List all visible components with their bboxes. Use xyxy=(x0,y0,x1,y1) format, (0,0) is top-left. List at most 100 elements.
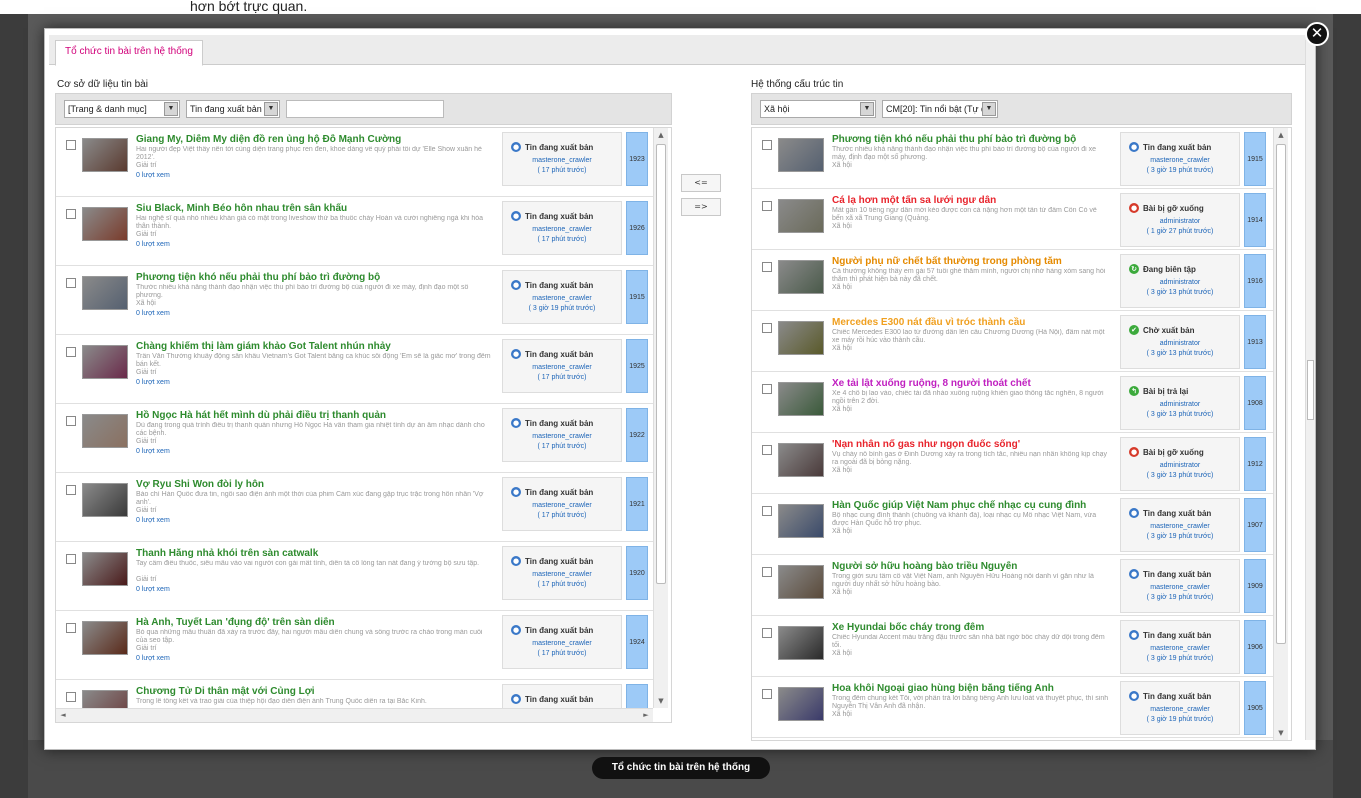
left-list-hscrollbar[interactable]: ◄ ► xyxy=(56,708,653,722)
left-list-scrollbar[interactable]: ▲ ▼ xyxy=(653,128,668,708)
move-left-button[interactable]: <= xyxy=(681,174,721,192)
row-checkbox[interactable] xyxy=(66,623,76,633)
article-title-link[interactable]: Hà Anh, Tuyết Lan 'đụng độ' trên sàn diễ… xyxy=(136,617,496,628)
row-checkbox[interactable] xyxy=(762,506,772,516)
right-category-select[interactable]: Xã hội ▼ xyxy=(760,100,876,118)
left-category-select[interactable]: [Trang & danh mục] ▼ xyxy=(64,100,180,118)
status-user-link[interactable]: masterone_crawler xyxy=(503,502,621,509)
page-scroll-thumb[interactable] xyxy=(1307,360,1314,420)
left-search-input[interactable] xyxy=(286,100,444,118)
row-checkbox[interactable] xyxy=(762,323,772,333)
article-title-link[interactable]: Người sở hữu hoàng bào triều Nguyễn xyxy=(832,561,1114,572)
status-user-link[interactable]: masterone_crawler xyxy=(1121,584,1239,591)
list-item[interactable]: Giang My, Diễm My diện đồ ren ủng hộ Đỗ … xyxy=(56,128,655,197)
status-user-link[interactable]: masterone_crawler xyxy=(503,364,621,371)
article-title-link[interactable]: Xe Hyundai bốc cháy trong đêm xyxy=(832,622,1114,633)
row-checkbox[interactable] xyxy=(66,554,76,564)
status-user-link[interactable]: masterone_crawler xyxy=(503,571,621,578)
left-status-select[interactable]: Tin đang xuất bản ▼ xyxy=(186,100,280,118)
row-checkbox[interactable] xyxy=(762,384,772,394)
article-title-link[interactable]: Siu Black, Minh Béo hôn nhau trên sân kh… xyxy=(136,203,496,214)
list-item[interactable]: Xe Hyundai bốc cháy trong đêm Chiếc Hyund… xyxy=(752,616,1275,677)
row-checkbox[interactable] xyxy=(66,692,76,702)
list-item[interactable]: 'Nạn nhân nổ gas như ngọn đuốc sống' Vụ c… xyxy=(752,433,1275,494)
scroll-down-icon[interactable]: ▼ xyxy=(1274,726,1288,740)
move-right-button[interactable]: => xyxy=(681,198,721,216)
article-title-link[interactable]: Phương tiện khó nếu phải thu phí bảo trì… xyxy=(136,272,496,283)
list-item[interactable]: Xe tải lật xuống ruộng, 8 người thoát ch… xyxy=(752,372,1275,433)
article-views-link[interactable]: 0 lượt xem xyxy=(136,172,170,179)
scroll-left-icon[interactable]: ◄ xyxy=(56,709,70,722)
status-user-link[interactable]: administrator xyxy=(1121,279,1239,286)
row-checkbox[interactable] xyxy=(762,567,772,577)
page-scrollbar[interactable] xyxy=(1305,40,1315,740)
list-item[interactable]: Hoa khôi Ngoại giao hùng biện bằng tiếng… xyxy=(752,677,1275,738)
list-item[interactable]: Siu Black, Minh Béo hôn nhau trên sân kh… xyxy=(56,197,655,266)
article-title-link[interactable]: Chương Tử Di thân mật với Củng Lợi xyxy=(136,686,496,697)
article-title-link[interactable]: Cá lạ hơn một tấn sa lưới ngư dân xyxy=(832,195,1114,206)
row-checkbox[interactable] xyxy=(762,628,772,638)
article-views-link[interactable]: 0 lượt xem xyxy=(136,379,170,386)
article-views-link[interactable]: 0 lượt xem xyxy=(136,586,170,593)
article-title-link[interactable]: Thanh Hằng nhả khói trên sàn catwalk xyxy=(136,548,496,559)
right-list-scroll-thumb[interactable] xyxy=(1276,144,1286,644)
status-user-link[interactable]: masterone_crawler xyxy=(1121,706,1239,713)
row-checkbox[interactable] xyxy=(66,416,76,426)
article-views-link[interactable]: 0 lượt xem xyxy=(136,517,170,524)
list-item[interactable]: Mercedes E300 nát đầu vì tróc thành cầu C… xyxy=(752,311,1275,372)
list-item[interactable]: Phương tiện khó nếu phải thu phí bảo trì… xyxy=(752,128,1275,189)
article-views-link[interactable]: 0 lượt xem xyxy=(136,241,170,248)
article-title-link[interactable]: Chàng khiếm thị làm giám khảo Got Talent… xyxy=(136,341,496,352)
scroll-up-icon[interactable]: ▲ xyxy=(654,128,668,142)
list-item[interactable]: Người sở hữu hoàng bào triều Nguyễn Trong… xyxy=(752,555,1275,616)
status-user-link[interactable]: administrator xyxy=(1121,401,1239,408)
list-item[interactable]: Hồ Ngọc Hà hát hết mình dù phải điều trị… xyxy=(56,404,655,473)
list-item[interactable]: Hà Anh, Tuyết Lan 'đụng độ' trên sàn diễ… xyxy=(56,611,655,680)
article-title-link[interactable]: Giang My, Diễm My diện đồ ren ủng hộ Đỗ … xyxy=(136,134,496,145)
article-title-link[interactable]: Phương tiện khó nếu phải thu phí bảo trì… xyxy=(832,134,1114,145)
article-title-link[interactable]: Hồ Ngọc Hà hát hết mình dù phải điều trị… xyxy=(136,410,496,421)
status-user-link[interactable]: masterone_crawler xyxy=(1121,645,1239,652)
row-checkbox[interactable] xyxy=(66,485,76,495)
row-checkbox[interactable] xyxy=(762,262,772,272)
article-views-link[interactable]: 0 lượt xem xyxy=(136,655,170,662)
left-list-scroll-thumb[interactable] xyxy=(656,144,666,584)
right-list-scrollbar[interactable]: ▲ ▼ xyxy=(1273,128,1288,740)
row-checkbox[interactable] xyxy=(66,209,76,219)
tab-organize-articles[interactable]: Tổ chức tin bài trên hệ thống xyxy=(55,40,203,66)
list-item[interactable]: Thanh Hằng nhả khói trên sàn catwalk Tay … xyxy=(56,542,655,611)
row-checkbox[interactable] xyxy=(762,201,772,211)
scroll-right-icon[interactable]: ► xyxy=(639,709,653,722)
status-user-link[interactable]: masterone_crawler xyxy=(503,295,621,302)
status-user-link[interactable]: masterone_crawler xyxy=(503,433,621,440)
row-checkbox[interactable] xyxy=(762,689,772,699)
article-title-link[interactable]: Hoa khôi Ngoại giao hùng biện bằng tiếng… xyxy=(832,683,1114,694)
row-checkbox[interactable] xyxy=(66,347,76,357)
article-title-link[interactable]: Xe tải lật xuống ruộng, 8 người thoát ch… xyxy=(832,378,1114,389)
status-user-link[interactable]: masterone_crawler xyxy=(1121,157,1239,164)
row-checkbox[interactable] xyxy=(762,445,772,455)
article-title-link[interactable]: Mercedes E300 nát đầu vì tróc thành cầu xyxy=(832,317,1114,328)
organize-articles-button[interactable]: Tổ chức tin bài trên hệ thống xyxy=(592,757,770,779)
scroll-up-icon[interactable]: ▲ xyxy=(1274,128,1288,142)
list-item[interactable]: Chàng khiếm thị làm giám khảo Got Talent… xyxy=(56,335,655,404)
article-views-link[interactable]: 0 lượt xem xyxy=(136,310,170,317)
row-checkbox[interactable] xyxy=(66,140,76,150)
list-item[interactable]: Cá lạ hơn một tấn sa lưới ngư dân Mất gần… xyxy=(752,189,1275,250)
status-user-link[interactable]: administrator xyxy=(1121,218,1239,225)
status-user-link[interactable]: masterone_crawler xyxy=(503,157,621,164)
row-checkbox[interactable] xyxy=(762,140,772,150)
article-title-link[interactable]: 'Nạn nhân nổ gas như ngọn đuốc sống' xyxy=(832,439,1114,450)
article-views-link[interactable]: 0 lượt xem xyxy=(136,448,170,455)
article-title-link[interactable]: Hàn Quốc giúp Việt Nam phục chế nhạc cụ … xyxy=(832,500,1114,511)
status-user-link[interactable]: masterone_crawler xyxy=(503,640,621,647)
list-item[interactable]: Phương tiện khó nếu phải thu phí bảo trì… xyxy=(56,266,655,335)
article-title-link[interactable]: Vợ Ryu Shi Won đòi ly hôn xyxy=(136,479,496,490)
status-user-link[interactable]: administrator xyxy=(1121,340,1239,347)
list-item[interactable]: Vợ Ryu Shi Won đòi ly hôn Báo chí Hàn Quố… xyxy=(56,473,655,542)
status-user-link[interactable]: masterone_crawler xyxy=(1121,523,1239,530)
scroll-down-icon[interactable]: ▼ xyxy=(654,694,668,708)
close-icon[interactable]: ✕ xyxy=(1305,22,1329,46)
row-checkbox[interactable] xyxy=(66,278,76,288)
list-item[interactable]: Hàn Quốc giúp Việt Nam phục chế nhạc cụ … xyxy=(752,494,1275,555)
